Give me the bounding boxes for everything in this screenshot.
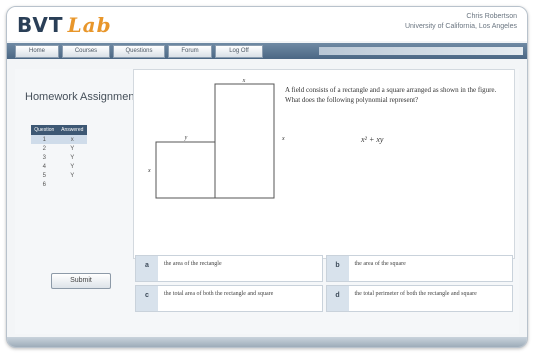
label-short-top: y [184,135,188,141]
nav-log-off[interactable]: Log Off [215,45,263,58]
answer-options: a the area of the rectangle b the area o… [135,255,513,312]
column-header-question: Question [31,125,58,135]
answered-mark: Y [70,163,75,170]
answer-text: the area of the square [354,261,406,267]
answer-letter: d [326,286,349,311]
answered-mark: Y [70,145,75,152]
label-short-left: x [147,168,151,174]
answered-mark: Y [70,154,75,161]
nav-tabs: Home Courses Questions Forum Log Off [15,45,263,58]
answer-option-b[interactable]: b the area of the square [325,255,513,282]
answered-mark: Y [70,172,75,179]
answered-mark: x [57,135,87,144]
app-window: BVT Lab Chris Robertson University of Cal… [6,6,528,348]
user-affiliation: University of California, Los Angeles [404,23,517,30]
answer-text: the total perimeter of both the rectangl… [354,291,477,297]
question-text: A field consists of a rectangle and a sq… [285,86,497,104]
nav-bar: Home Courses Questions Forum Log Off [7,43,527,59]
label-tall-right: x [281,136,285,142]
nav-courses[interactable]: Courses [62,45,110,58]
question-row-6[interactable]: 6 [31,180,87,189]
rectangle-shape [155,141,216,199]
question-row-2[interactable]: 2 Y [31,144,87,153]
nav-forum[interactable]: Forum [168,45,212,58]
header: BVT Lab Chris Robertson University of Cal… [7,7,527,41]
nav-strip [319,47,523,55]
nav-home[interactable]: Home [15,45,59,58]
answer-letter: c [136,286,158,311]
question-number: 1 [31,135,58,144]
question-number: 2 [42,145,46,152]
question-row-3[interactable]: 3 Y [31,153,87,162]
answered-mark [58,180,87,189]
question-row-4[interactable]: 4 Y [31,162,87,171]
nav-questions[interactable]: Questions [113,45,165,58]
bottom-bar [7,337,527,347]
square-shape [214,83,275,199]
figure-diagram: x x y x [147,78,285,199]
column-header-answered: Answered [57,125,87,135]
question-row-1[interactable]: 1 x [31,135,87,144]
answer-text: the area of the rectangle [164,261,222,267]
question-number: 6 [42,181,46,188]
question-row-5[interactable]: 5 Y [31,171,87,180]
question-table: Question Answered 1 x 2 Y 3 Y 4 Y 5 Y 6 [31,125,87,189]
answer-option-c[interactable]: c the total area of both the rectangle a… [135,285,323,312]
answer-letter: a [136,256,158,281]
answer-letter: b [326,256,349,281]
label-tall-top: x [242,78,246,84]
submit-button[interactable]: Submit [51,273,111,289]
question-number: 5 [42,172,46,179]
answer-option-a[interactable]: a the area of the rectangle [135,255,323,282]
user-name: Chris Robertson [466,13,517,20]
answer-option-d[interactable]: d the total perimeter of both the rectan… [325,285,513,312]
question-number: 4 [42,163,46,170]
user-info: Chris Robertson University of California… [405,12,517,32]
logo-accent: Lab [67,13,112,37]
logo-main: BVT [17,13,64,37]
answer-text: the total area of both the rectangle and… [164,291,274,297]
question-number: 3 [42,154,46,161]
polynomial-expression: x² + xy [361,135,384,144]
logo: BVT Lab [17,13,112,37]
